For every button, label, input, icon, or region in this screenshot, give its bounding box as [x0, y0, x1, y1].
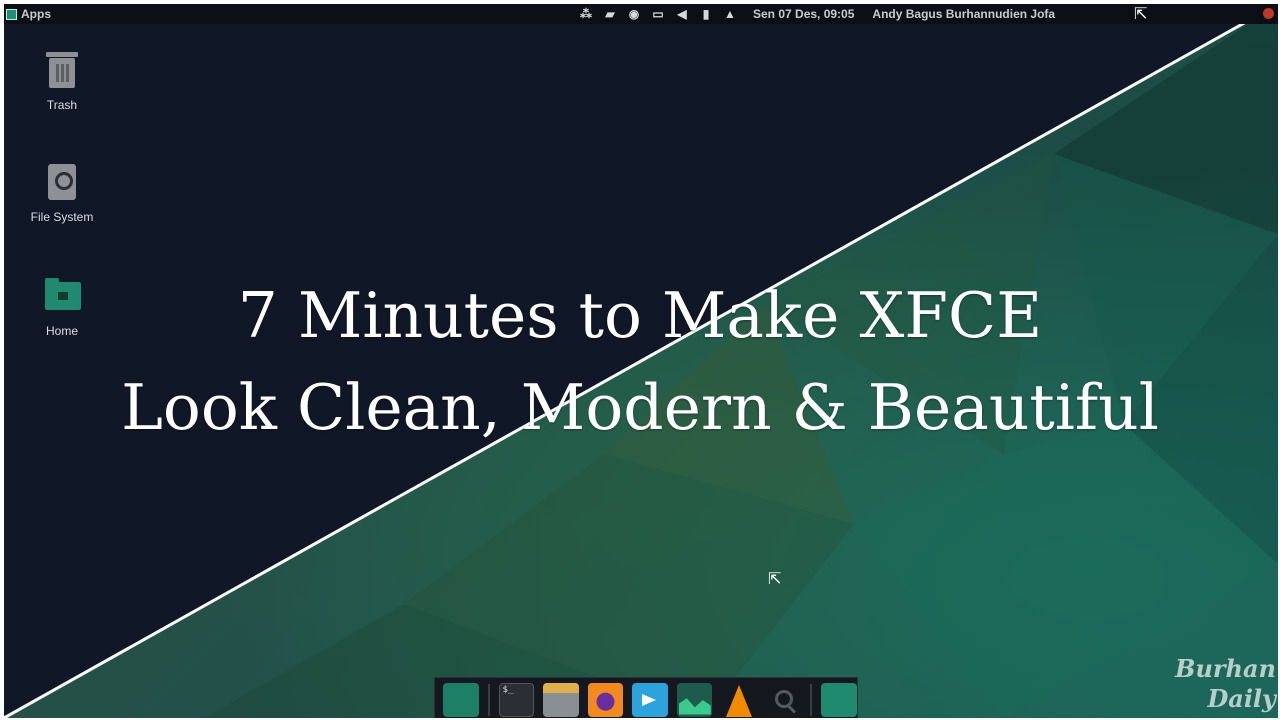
desktop-icon-file-system[interactable]: File System	[22, 162, 102, 224]
battery-icon[interactable]: ▮	[699, 7, 713, 21]
desktop-screen: Apps ⁂ ▰ ◉ ▭ ◀ ▮ ▲ Sen 07 Des, 09:05 And…	[4, 4, 1278, 718]
power-icon[interactable]	[1263, 8, 1274, 19]
dock-separator	[810, 683, 813, 716]
search-icon[interactable]	[766, 683, 802, 717]
apps-label: Apps	[21, 7, 51, 21]
mouse-cursor-icon: ⇱	[768, 571, 782, 588]
volume-icon[interactable]: ◀	[675, 7, 689, 21]
folder-icon[interactable]	[821, 682, 858, 717]
camera-icon[interactable]: ▰	[603, 7, 617, 21]
watermark-line-2: Daily	[1207, 684, 1276, 713]
wallpaper-polygon	[4, 4, 1278, 718]
dock	[434, 677, 858, 718]
apps-icon	[6, 8, 17, 20]
mouse-cursor-icon: ⇱	[1134, 6, 1148, 23]
shield-icon[interactable]: ◉	[627, 7, 641, 21]
terminal-icon[interactable]	[498, 682, 535, 717]
vlc-icon[interactable]	[721, 683, 757, 717]
top-panel: Apps ⁂ ▰ ◉ ▭ ◀ ▮ ▲ Sen 07 Des, 09:05 And…	[4, 4, 1278, 24]
title-line-1: 7 Minutes to Make XFCE	[237, 279, 1043, 352]
drive-icon	[45, 162, 79, 202]
telegram-icon[interactable]	[632, 682, 668, 717]
watermark-line-1: Burhan	[1175, 654, 1276, 683]
bell-icon[interactable]: ▲	[723, 7, 737, 21]
dock-separator	[487, 683, 490, 716]
display-icon[interactable]: ▭	[651, 7, 665, 21]
user-name[interactable]: Andy Bagus Burhannudien Jofa	[872, 7, 1055, 21]
archive-icon[interactable]	[543, 682, 579, 717]
watermark: Burhan Daily	[1175, 654, 1276, 714]
apps-menu[interactable]: Apps	[4, 7, 51, 21]
dropbox-icon[interactable]: ⁂	[579, 7, 593, 21]
files-icon[interactable]	[443, 682, 479, 717]
system-tray: ⁂ ▰ ◉ ▭ ◀ ▮ ▲ Sen 07 Des, 09:05 Andy Bag…	[579, 4, 1055, 24]
firefox-icon[interactable]	[587, 682, 624, 717]
trash-icon	[45, 50, 79, 90]
desktop-icon-trash[interactable]: Trash	[22, 50, 102, 112]
system-monitor-icon[interactable]	[676, 682, 713, 717]
clock[interactable]: Sen 07 Des, 09:05	[753, 7, 854, 21]
desktop-icon-label: File System	[30, 210, 94, 224]
desktop-icon-label: Trash	[46, 98, 78, 112]
title-line-2: Look Clean, Modern & Beautiful	[121, 371, 1159, 444]
